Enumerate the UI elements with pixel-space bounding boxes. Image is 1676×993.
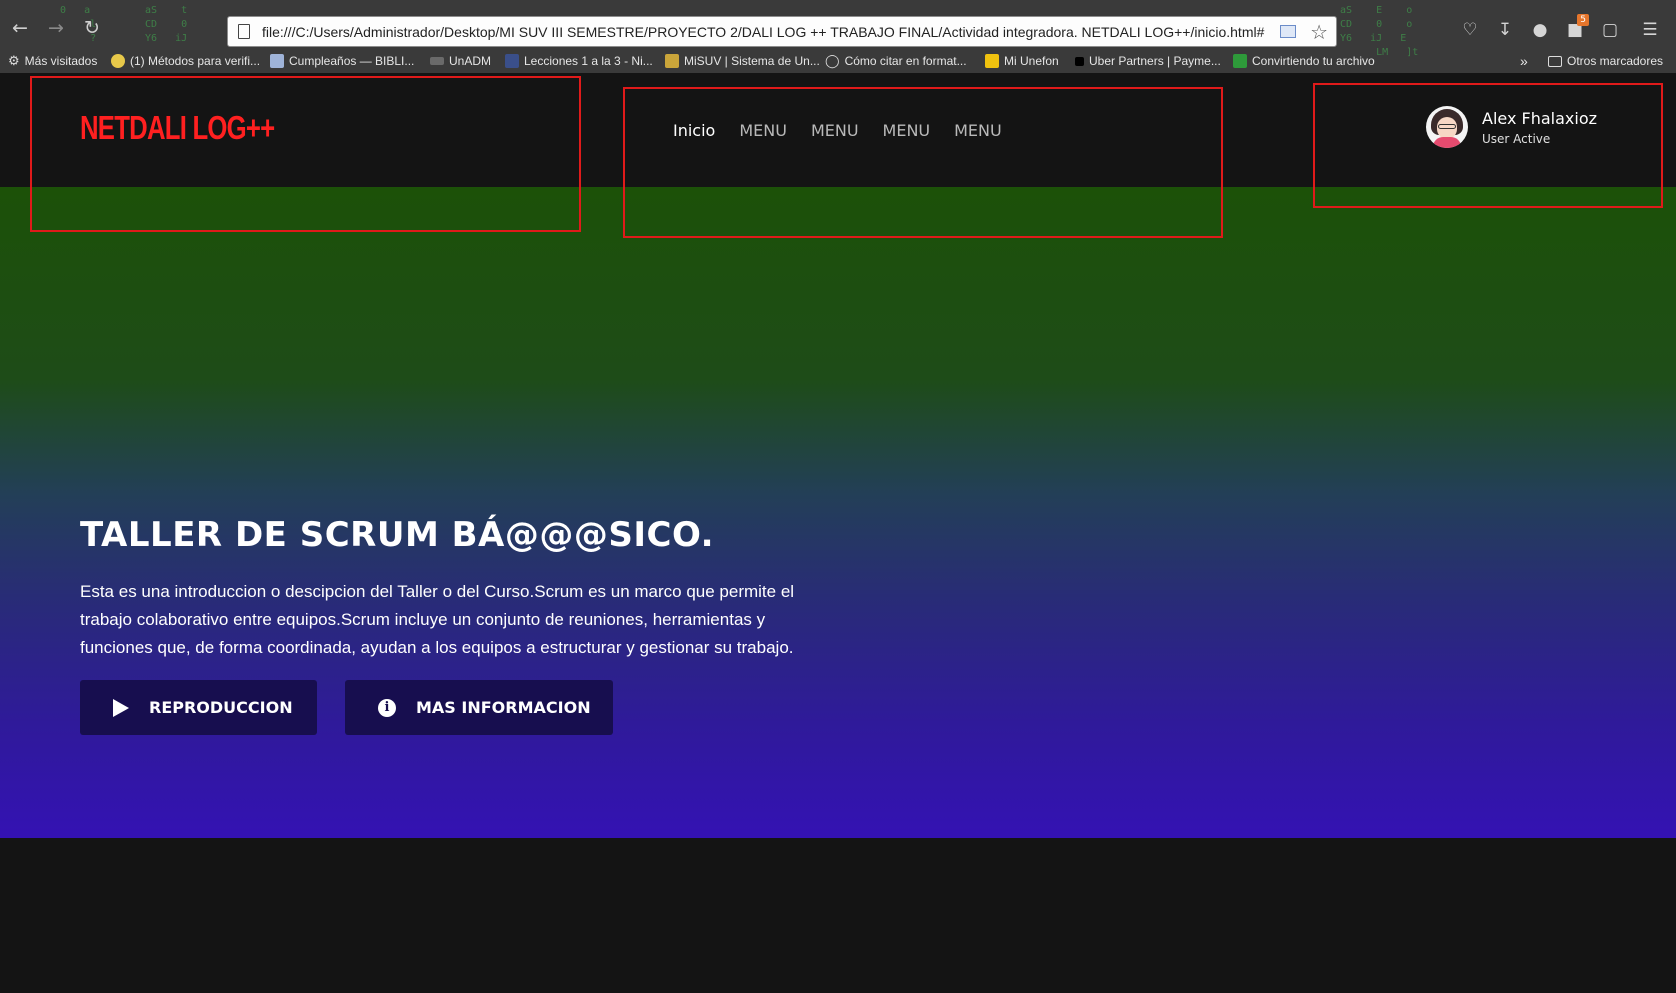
reader-view-icon[interactable]: [1280, 25, 1296, 38]
bookmark-label: Cumpleaños — BIBLI...: [289, 54, 415, 68]
bookmark-label: Mi Unefon: [1004, 54, 1059, 68]
bookmark-label: (1) Métodos para verifi...: [130, 54, 261, 68]
arrow-right-icon: →: [48, 17, 64, 39]
hero-description: Esta es una introduccion o descipcion de…: [80, 582, 795, 657]
bookmark-label: MiSUV | Sistema de Un...: [684, 54, 820, 68]
chevron-double-right-icon: »: [1520, 53, 1528, 69]
bookmark-item[interactable]: MiSUV | Sistema de Un...: [665, 50, 820, 72]
bookmark-label: Otros marcadores: [1567, 54, 1664, 68]
bookmark-star-icon[interactable]: ☆: [1310, 20, 1328, 44]
folder-icon: [1548, 55, 1562, 67]
bookmark-favicon-icon: [985, 54, 999, 68]
extension-icon[interactable]: ●: [1530, 20, 1550, 40]
bookmark-favicon-icon: [430, 57, 444, 65]
notification-badge: 5: [1577, 14, 1589, 26]
page-icon: [238, 24, 250, 39]
address-bar[interactable]: file:///C:/Users/Administrador/Desktop/M…: [227, 16, 1337, 47]
pocket-icon[interactable]: ♡: [1460, 20, 1480, 40]
reload-button[interactable]: ↻: [80, 16, 104, 40]
annotation-box-user: [1313, 83, 1663, 208]
other-bookmarks-folder[interactable]: Otros marcadores: [1548, 50, 1663, 72]
arrow-left-icon: ←: [12, 17, 28, 39]
download-icon[interactable]: ↧: [1495, 20, 1515, 40]
bookmark-favicon-icon: [1233, 54, 1247, 68]
bookmark-label: Convirtiendo tu archivo: [1252, 54, 1375, 68]
bookmark-favicon-icon: [665, 54, 679, 68]
back-button[interactable]: ←: [8, 16, 32, 40]
bookmark-label: Cómo citar en format...: [844, 54, 967, 68]
bookmark-item[interactable]: UnADM: [430, 50, 491, 72]
menu-icon[interactable]: ☰: [1640, 20, 1660, 40]
bookmark-label: UnADM: [449, 54, 492, 68]
web-page: NETDALI LOG++ Inicio MENU MENU MENU MENU…: [0, 73, 1676, 993]
bookmark-item[interactable]: ◯ Cómo citar en format...: [825, 50, 967, 72]
bookmark-label: Más visitados: [24, 54, 98, 68]
play-button[interactable]: REPRODUCCION: [80, 680, 317, 735]
bookmark-item[interactable]: (1) Métodos para verifi...: [111, 50, 260, 72]
bookmark-item[interactable]: Convirtiendo tu archivo: [1233, 50, 1375, 72]
sidebar-icon[interactable]: ▢: [1600, 20, 1620, 40]
forward-button[interactable]: →: [44, 16, 68, 40]
more-info-button[interactable]: i MAS INFORMACION: [345, 680, 613, 735]
annotation-box-logo: [30, 76, 581, 232]
bookmark-label: Lecciones 1 a la 3 - Ni...: [524, 54, 653, 68]
bookmark-favicon-icon: [505, 54, 519, 68]
info-icon: i: [378, 698, 396, 717]
bookmark-label: Uber Partners | Payme...: [1089, 54, 1221, 68]
reload-icon: ↻: [84, 17, 100, 39]
bookmark-item[interactable]: Cumpleaños — BIBLI...: [270, 50, 414, 72]
browser-toolbar: ← → ↻ file:///C:/Users/Administrador/Des…: [0, 6, 1676, 47]
bookmark-favicon-icon: [270, 54, 284, 68]
hero-title: TALLER DE SCRUM BÁ@@@SICO.: [80, 515, 715, 555]
gear-icon: ⚙: [8, 53, 20, 68]
bookmarks-overflow-button[interactable]: »: [1520, 50, 1528, 72]
notification-extension-icon[interactable]: 5 ■: [1565, 14, 1589, 40]
bookmark-item[interactable]: Lecciones 1 a la 3 - Ni...: [505, 50, 653, 72]
browser-chrome: 0 a l ? aS t CD 0 Y6 iJ aS E o CD 0 o Y6 iJ …: [0, 0, 1676, 73]
url-text[interactable]: file:///C:/Users/Administrador/Desktop/M…: [262, 24, 1264, 40]
bookmark-item[interactable]: Uber Partners | Payme...: [1075, 50, 1221, 72]
annotation-box-nav: [623, 87, 1223, 238]
play-button-label: REPRODUCCION: [149, 698, 293, 717]
bookmarks-bar: ⚙ Más visitados (1) Métodos para verifi.…: [0, 50, 1676, 72]
bookmark-item[interactable]: ⚙ Más visitados: [8, 50, 97, 72]
bookmark-favicon-icon: [1075, 56, 1084, 66]
globe-icon: ◯: [825, 53, 840, 68]
more-info-button-label: MAS INFORMACION: [416, 698, 591, 717]
bookmark-favicon-icon: [111, 54, 125, 68]
play-icon: [113, 698, 129, 717]
bookmark-item[interactable]: Mi Unefon: [985, 50, 1059, 72]
